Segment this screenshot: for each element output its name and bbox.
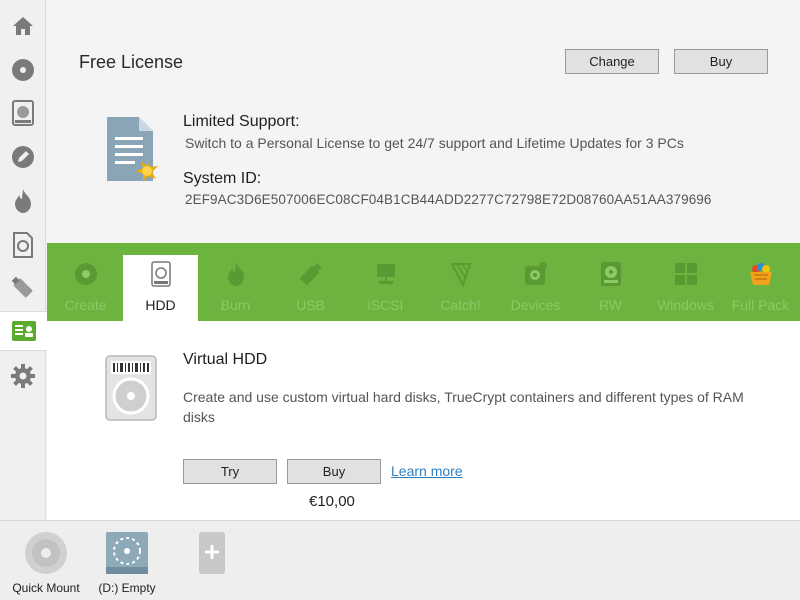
image-file-icon [13, 232, 33, 258]
tab-label: Catch! [440, 297, 481, 313]
quick-mount-icon [25, 532, 67, 574]
virtual-drive-icon [106, 532, 148, 574]
buy-license-button[interactable]: Buy [674, 49, 768, 74]
drive-label: (D:) Empty [98, 581, 156, 595]
sidebar [0, 0, 47, 520]
rw-icon [600, 262, 621, 286]
tab-usb[interactable]: USB [273, 255, 348, 321]
product-tabs: Create HDD Burn USB iSCSI Catch! Devices [47, 243, 800, 321]
drive-label: Quick Mount [12, 581, 80, 595]
add-drive-button[interactable] [190, 521, 234, 575]
tab-burn[interactable]: Burn [198, 255, 273, 321]
add-device-icon [199, 532, 225, 574]
tab-label: Create [64, 297, 107, 313]
license-icon [11, 321, 36, 341]
sidebar-item-usb[interactable] [0, 268, 46, 308]
product-title: Virtual HDD [183, 351, 268, 368]
quick-mount-drive[interactable]: Quick Mount [8, 521, 84, 595]
sidebar-item-hdd[interactable] [0, 93, 46, 133]
sidebar-item-image[interactable] [0, 225, 46, 265]
license-section: Free License Change Buy Limited Support:… [47, 0, 800, 243]
support-text: Switch to a Personal License to get 24/7… [185, 135, 684, 151]
disc-icon [74, 263, 97, 285]
basket-icon [749, 263, 772, 285]
support-heading: Limited Support: [183, 113, 300, 130]
license-document-icon [107, 117, 158, 182]
home-icon [13, 17, 33, 35]
tab-label: HDD [145, 297, 176, 313]
gear-icon [11, 364, 35, 388]
pen-icon [12, 146, 34, 168]
virtual-drive-d[interactable]: (D:) Empty [92, 521, 162, 595]
tab-full-pack[interactable]: Full Pack [723, 255, 798, 321]
product-price: €10,00 [309, 493, 355, 510]
sidebar-item-home[interactable] [0, 6, 46, 46]
hdd-icon [150, 261, 171, 287]
buy-product-button[interactable]: Buy [287, 459, 381, 484]
tab-hdd[interactable]: HDD [123, 255, 198, 321]
catch-icon [449, 263, 471, 287]
flame-icon [15, 189, 31, 213]
tab-label: Devices [510, 297, 561, 313]
sidebar-item-edit[interactable] [0, 137, 46, 177]
hdd-icon [12, 100, 34, 126]
windows-icon [674, 263, 697, 285]
system-id-value: 2EF9AC3D6E507006EC08CF04B1CB44ADD2277C72… [185, 192, 712, 207]
tab-label: RW [598, 297, 623, 313]
page-title: Free License [79, 52, 184, 72]
product-description: Create and use custom virtual hard disks… [183, 389, 744, 425]
sidebar-item-settings[interactable] [0, 356, 46, 396]
flame-icon [227, 262, 244, 286]
main-panel: Free License Change Buy Limited Support:… [47, 0, 800, 520]
usb-icon [299, 263, 322, 285]
learn-more-link[interactable]: Learn more [391, 463, 463, 479]
network-icon [376, 264, 395, 284]
sidebar-item-burn[interactable] [0, 181, 46, 221]
sidebar-item-license[interactable] [0, 311, 47, 351]
tab-label: USB [296, 297, 325, 313]
disc-icon [12, 59, 34, 81]
devices-icon [524, 262, 547, 285]
system-id-heading: System ID: [183, 170, 262, 187]
tab-catch[interactable]: Catch! [423, 255, 498, 321]
tab-label: Burn [220, 297, 251, 313]
tab-label: iSCSI [367, 297, 404, 313]
tab-create[interactable]: Create [48, 255, 123, 321]
virtual-hdd-icon [105, 355, 157, 421]
tab-devices[interactable]: Devices [498, 255, 573, 321]
tab-label: Windows [657, 297, 714, 313]
tab-rw[interactable]: RW [573, 255, 648, 321]
change-button[interactable]: Change [565, 49, 659, 74]
sidebar-item-create[interactable] [0, 50, 46, 90]
tab-windows[interactable]: Windows [648, 255, 723, 321]
drives-bar: Quick Mount (D:) Empty [0, 520, 800, 600]
tab-iscsi[interactable]: iSCSI [348, 255, 423, 321]
tab-label: Full Pack [731, 297, 790, 313]
usb-icon [11, 276, 33, 298]
try-button[interactable]: Try [183, 459, 277, 484]
